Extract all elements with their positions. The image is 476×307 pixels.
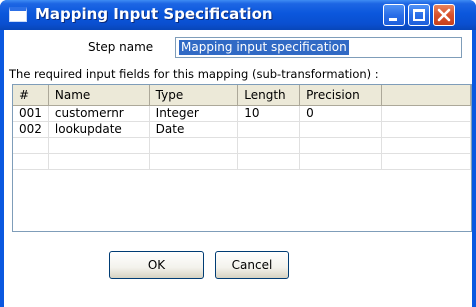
cell-name[interactable]: lookupdate — [48, 121, 150, 138]
minimize-icon — [389, 18, 397, 21]
title-bar[interactable]: Mapping Input Specification — [0, 0, 476, 30]
cell-type[interactable]: Integer — [149, 105, 239, 122]
ok-button[interactable]: OK — [109, 251, 204, 279]
column-header-filler — [381, 85, 471, 106]
table-header-row: # Name Type Length Precision — [13, 85, 471, 106]
column-header-number[interactable]: # — [13, 85, 49, 106]
step-name-value[interactable]: Mapping input specification — [179, 40, 349, 55]
cell-type[interactable]: Date — [149, 121, 239, 138]
window-icon — [9, 7, 27, 22]
minimize-button[interactable] — [383, 4, 405, 26]
cell-precision[interactable]: 0 — [299, 105, 382, 122]
maximize-icon — [413, 9, 425, 21]
cell-name[interactable]: customernr — [48, 105, 150, 122]
step-name-label: Step name — [88, 40, 154, 54]
cell-number[interactable]: 002 — [13, 121, 49, 138]
column-header-type[interactable]: Type — [149, 85, 239, 106]
cell-filler — [381, 121, 471, 138]
cell-precision[interactable] — [299, 121, 382, 138]
column-header-length[interactable]: Length — [237, 85, 301, 106]
window-title: Mapping Input Specification — [35, 5, 273, 23]
table-row[interactable]: 002 lookupdate Date — [13, 121, 471, 138]
input-fields-description: The required input fields for this mappi… — [9, 67, 379, 81]
close-icon — [437, 8, 451, 22]
column-header-name[interactable]: Name — [48, 85, 150, 106]
cell-length[interactable] — [237, 121, 301, 138]
cancel-button[interactable]: Cancel — [215, 251, 289, 279]
input-fields-table[interactable]: # Name Type Length Precision 001 custome… — [12, 84, 472, 232]
table-row[interactable]: 001 customernr Integer 10 0 — [13, 105, 471, 122]
close-button[interactable] — [433, 4, 455, 26]
step-name-field[interactable]: Mapping input specification — [175, 37, 462, 58]
cell-length[interactable]: 10 — [237, 105, 301, 122]
column-header-precision[interactable]: Precision — [299, 85, 382, 106]
maximize-button[interactable] — [408, 4, 430, 26]
cell-filler — [381, 105, 471, 122]
cell-number[interactable]: 001 — [13, 105, 49, 122]
empty-table-row[interactable] — [13, 153, 471, 170]
empty-table-row[interactable] — [13, 137, 471, 154]
